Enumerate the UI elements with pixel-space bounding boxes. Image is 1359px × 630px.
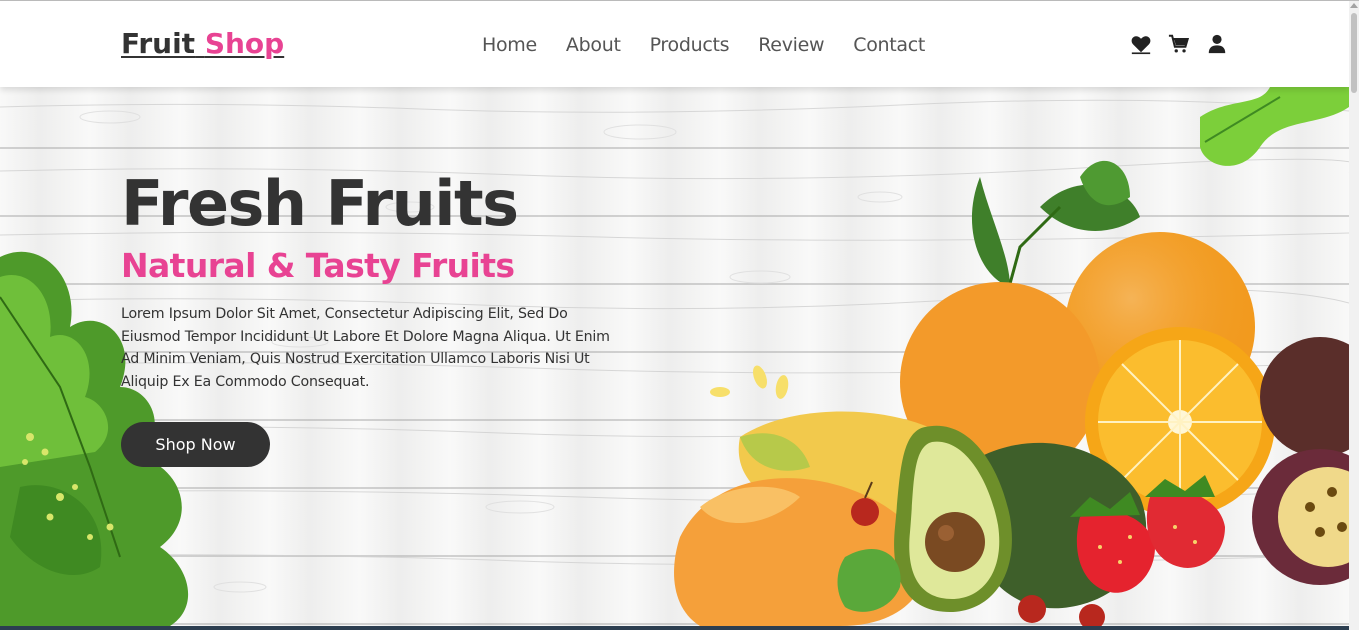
scroll-up-arrow-icon[interactable] xyxy=(1350,3,1358,8)
nav-about[interactable]: About xyxy=(566,34,621,56)
hero-subtitle: Natural & Tasty Fruits xyxy=(121,246,515,285)
hero-section: Fresh Fruits Natural & Tasty Fruits Lore… xyxy=(0,87,1349,626)
logo-accent-text: Shop xyxy=(204,27,285,60)
site-header: Fruit Shop Home About Products Review Co… xyxy=(0,1,1349,87)
header-icons xyxy=(1130,33,1228,55)
nav-products[interactable]: Products xyxy=(650,34,730,56)
hero-description: Lorem Ipsum Dolor Sit Amet, Consectetur … xyxy=(121,306,610,390)
vertical-scrollbar[interactable] xyxy=(1349,1,1359,630)
scrollbar-thumb[interactable] xyxy=(1351,13,1357,93)
user-icon[interactable] xyxy=(1206,33,1228,55)
fruits-illustration xyxy=(674,87,1349,626)
nav-contact[interactable]: Contact xyxy=(853,34,925,56)
shop-now-button[interactable]: Shop Now xyxy=(121,422,270,467)
page-bottom-edge xyxy=(0,626,1349,630)
logo[interactable]: Fruit Shop xyxy=(121,27,284,60)
logo-main-text: Fruit xyxy=(121,27,196,60)
nav-review[interactable]: Review xyxy=(758,34,824,56)
hero-title: Fresh Fruits xyxy=(121,167,519,240)
main-nav: Home About Products Review Contact xyxy=(482,34,954,56)
heart-icon[interactable] xyxy=(1130,33,1152,55)
cart-icon[interactable] xyxy=(1168,33,1190,55)
nav-home[interactable]: Home xyxy=(482,34,537,56)
